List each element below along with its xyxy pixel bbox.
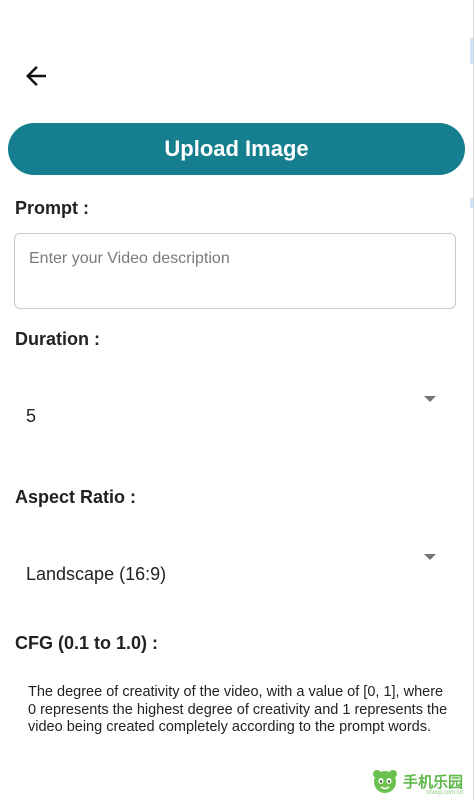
aspect-ratio-dropdown[interactable]: Landscape (16:9) bbox=[14, 554, 446, 594]
watermark-logo: 手机乐园 shouji.com.cn bbox=[371, 768, 463, 796]
duration-label: Duration : bbox=[15, 329, 100, 349]
aspect-ratio-label: Aspect Ratio : bbox=[15, 487, 137, 507]
dropdown-caret-icon bbox=[424, 396, 436, 402]
duration-dropdown[interactable]: 5 bbox=[14, 396, 446, 436]
upload-image-button[interactable]: Upload Image bbox=[8, 123, 465, 175]
watermark-text: 手机乐园 bbox=[402, 773, 463, 791]
prompt-input[interactable] bbox=[29, 250, 441, 268]
edge-indicator bbox=[470, 198, 473, 208]
cfg-label: CFG (0.1 to 1.0) : bbox=[15, 633, 159, 653]
aspect-ratio-selected-value: Landscape (16:9) bbox=[26, 564, 167, 584]
cfg-description: The degree of creativity of the video, w… bbox=[28, 684, 448, 735]
upload-image-label: Upload Image bbox=[164, 136, 309, 161]
back-button[interactable] bbox=[16, 56, 56, 96]
watermark-subtext: shouji.com.cn bbox=[426, 790, 463, 796]
video-generator-screen: Upload Image Prompt : Duration : 5 Aspec… bbox=[0, 0, 474, 800]
arrow-left-icon bbox=[26, 66, 46, 86]
dropdown-caret-icon bbox=[424, 554, 436, 560]
mascot-logo-icon bbox=[372, 770, 397, 793]
prompt-label: Prompt : bbox=[15, 198, 89, 218]
edge-indicator bbox=[470, 38, 473, 64]
prompt-field[interactable] bbox=[14, 233, 456, 309]
duration-selected-value: 5 bbox=[26, 406, 37, 426]
